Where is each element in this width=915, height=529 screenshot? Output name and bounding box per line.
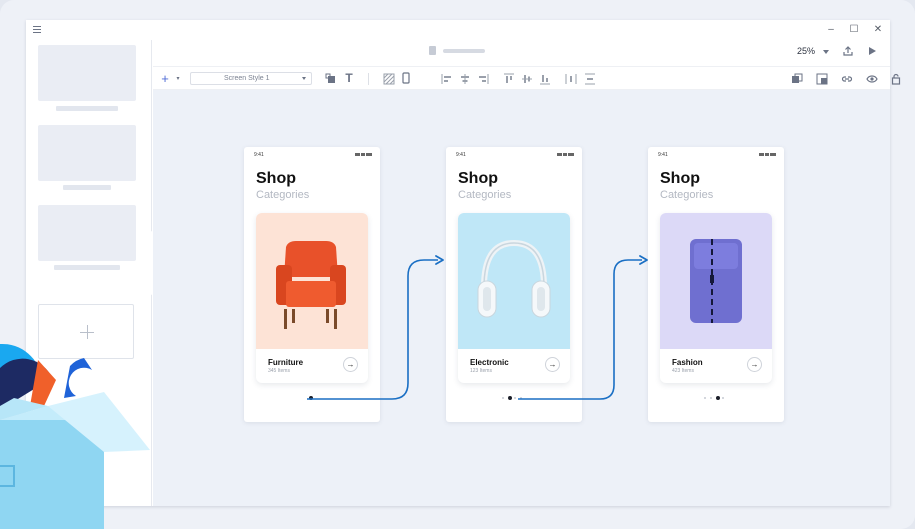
category-card[interactable]: Furniture 345 Items → <box>256 213 368 383</box>
document-icon <box>429 46 436 55</box>
align-middle-icon[interactable] <box>521 73 533 85</box>
toolbar-divider <box>368 73 369 85</box>
page-thumbnail-label <box>54 265 120 270</box>
category-count: 423 Items <box>672 368 694 374</box>
page-thumbnail[interactable] <box>38 45 136 101</box>
toolbar: + ▾ Screen Style 1 T <box>153 66 901 90</box>
arrow-right-icon[interactable]: → <box>747 357 762 372</box>
page-dot[interactable] <box>309 396 313 400</box>
align-right-icon[interactable] <box>477 73 489 85</box>
distribute-horizontal-icon[interactable] <box>565 73 577 85</box>
page-dot[interactable] <box>704 397 706 399</box>
category-count: 123 Items <box>470 368 492 374</box>
page-thumbnail[interactable] <box>38 125 136 181</box>
page-thumbnail-label <box>56 106 118 111</box>
crop-icon[interactable] <box>816 73 828 85</box>
screen-style-value: Screen Style 1 <box>224 75 270 82</box>
text-icon[interactable]: T <box>343 72 355 84</box>
minimize-button[interactable]: – <box>824 23 838 37</box>
device-icon[interactable] <box>400 72 412 84</box>
screen-subtitle: Categories <box>660 189 714 201</box>
align-left-icon[interactable] <box>441 73 453 85</box>
chevron-down-icon[interactable] <box>823 50 829 54</box>
close-button[interactable]: ✕ <box>871 23 885 37</box>
chevron-down-icon <box>302 77 306 80</box>
link-icon[interactable] <box>841 73 853 85</box>
screen-subtitle: Categories <box>256 189 310 201</box>
page-dot[interactable] <box>520 397 522 399</box>
category-name: Fashion <box>672 358 703 367</box>
status-time: 9:41 <box>658 152 668 158</box>
page-dot[interactable] <box>508 396 512 400</box>
arrow-right-icon[interactable]: → <box>343 357 358 372</box>
pattern-icon[interactable] <box>383 73 395 85</box>
status-icons <box>758 153 776 156</box>
status-time: 9:41 <box>456 152 466 158</box>
pagination-dots <box>648 395 784 401</box>
chevron-down-icon[interactable]: ▾ <box>172 73 184 85</box>
page-thumbnail[interactable] <box>38 205 136 261</box>
screen-title: Shop <box>458 170 498 187</box>
pagination-dots <box>244 395 380 401</box>
headphones-image <box>458 213 570 349</box>
screen-electronic[interactable]: 9:41 Shop Categories Electronic 123 Items → <box>446 147 582 422</box>
backpack-image <box>660 213 772 349</box>
box-illustration <box>0 343 150 529</box>
page-dot[interactable] <box>722 397 724 399</box>
status-icons <box>556 153 574 156</box>
page-thumbnail-label <box>63 185 111 190</box>
category-card[interactable]: Fashion 423 Items → <box>660 213 772 383</box>
arrow-right-icon[interactable]: → <box>545 357 560 372</box>
share-icon[interactable] <box>842 45 854 57</box>
screen-title: Shop <box>256 170 296 187</box>
armchair-image <box>256 213 368 349</box>
category-name: Electronic <box>470 358 509 367</box>
screen-fashion[interactable]: 9:41 Shop Categories Fashion 423 Items → <box>648 147 784 422</box>
top-bar: 25% <box>153 40 890 66</box>
screen-style-select[interactable]: Screen Style 1 <box>190 72 312 85</box>
screen-subtitle: Categories <box>458 189 512 201</box>
page-dot[interactable] <box>502 397 504 399</box>
distribute-vertical-icon[interactable] <box>584 73 596 85</box>
align-top-icon[interactable] <box>503 73 515 85</box>
page-dot[interactable] <box>716 396 720 400</box>
eye-icon[interactable] <box>866 73 878 85</box>
title-bar: – ☐ ✕ <box>26 20 890 40</box>
category-count: 345 Items <box>268 368 290 374</box>
copy-icon[interactable] <box>791 73 803 85</box>
align-bottom-icon[interactable] <box>539 73 551 85</box>
menu-icon[interactable] <box>33 26 41 33</box>
page-dot[interactable] <box>710 397 712 399</box>
align-center-icon[interactable] <box>459 73 471 85</box>
play-icon[interactable] <box>866 45 878 57</box>
status-time: 9:41 <box>254 152 264 158</box>
pagination-dots <box>446 395 582 401</box>
document-name[interactable] <box>443 49 485 53</box>
status-icons <box>354 153 372 156</box>
add-element-icon[interactable]: + <box>159 72 171 85</box>
zoom-level[interactable]: 25% <box>797 46 815 56</box>
category-name: Furniture <box>268 358 304 367</box>
screen-title: Shop <box>660 170 700 187</box>
screen-furniture[interactable]: 9:41 Shop Categories Furniture 345 Items → <box>244 147 380 422</box>
lock-icon[interactable] <box>890 73 902 85</box>
page-dot[interactable] <box>514 397 516 399</box>
maximize-button[interactable]: ☐ <box>847 23 861 37</box>
category-card[interactable]: Electronic 123 Items → <box>458 213 570 383</box>
layers-icon[interactable] <box>325 73 337 85</box>
